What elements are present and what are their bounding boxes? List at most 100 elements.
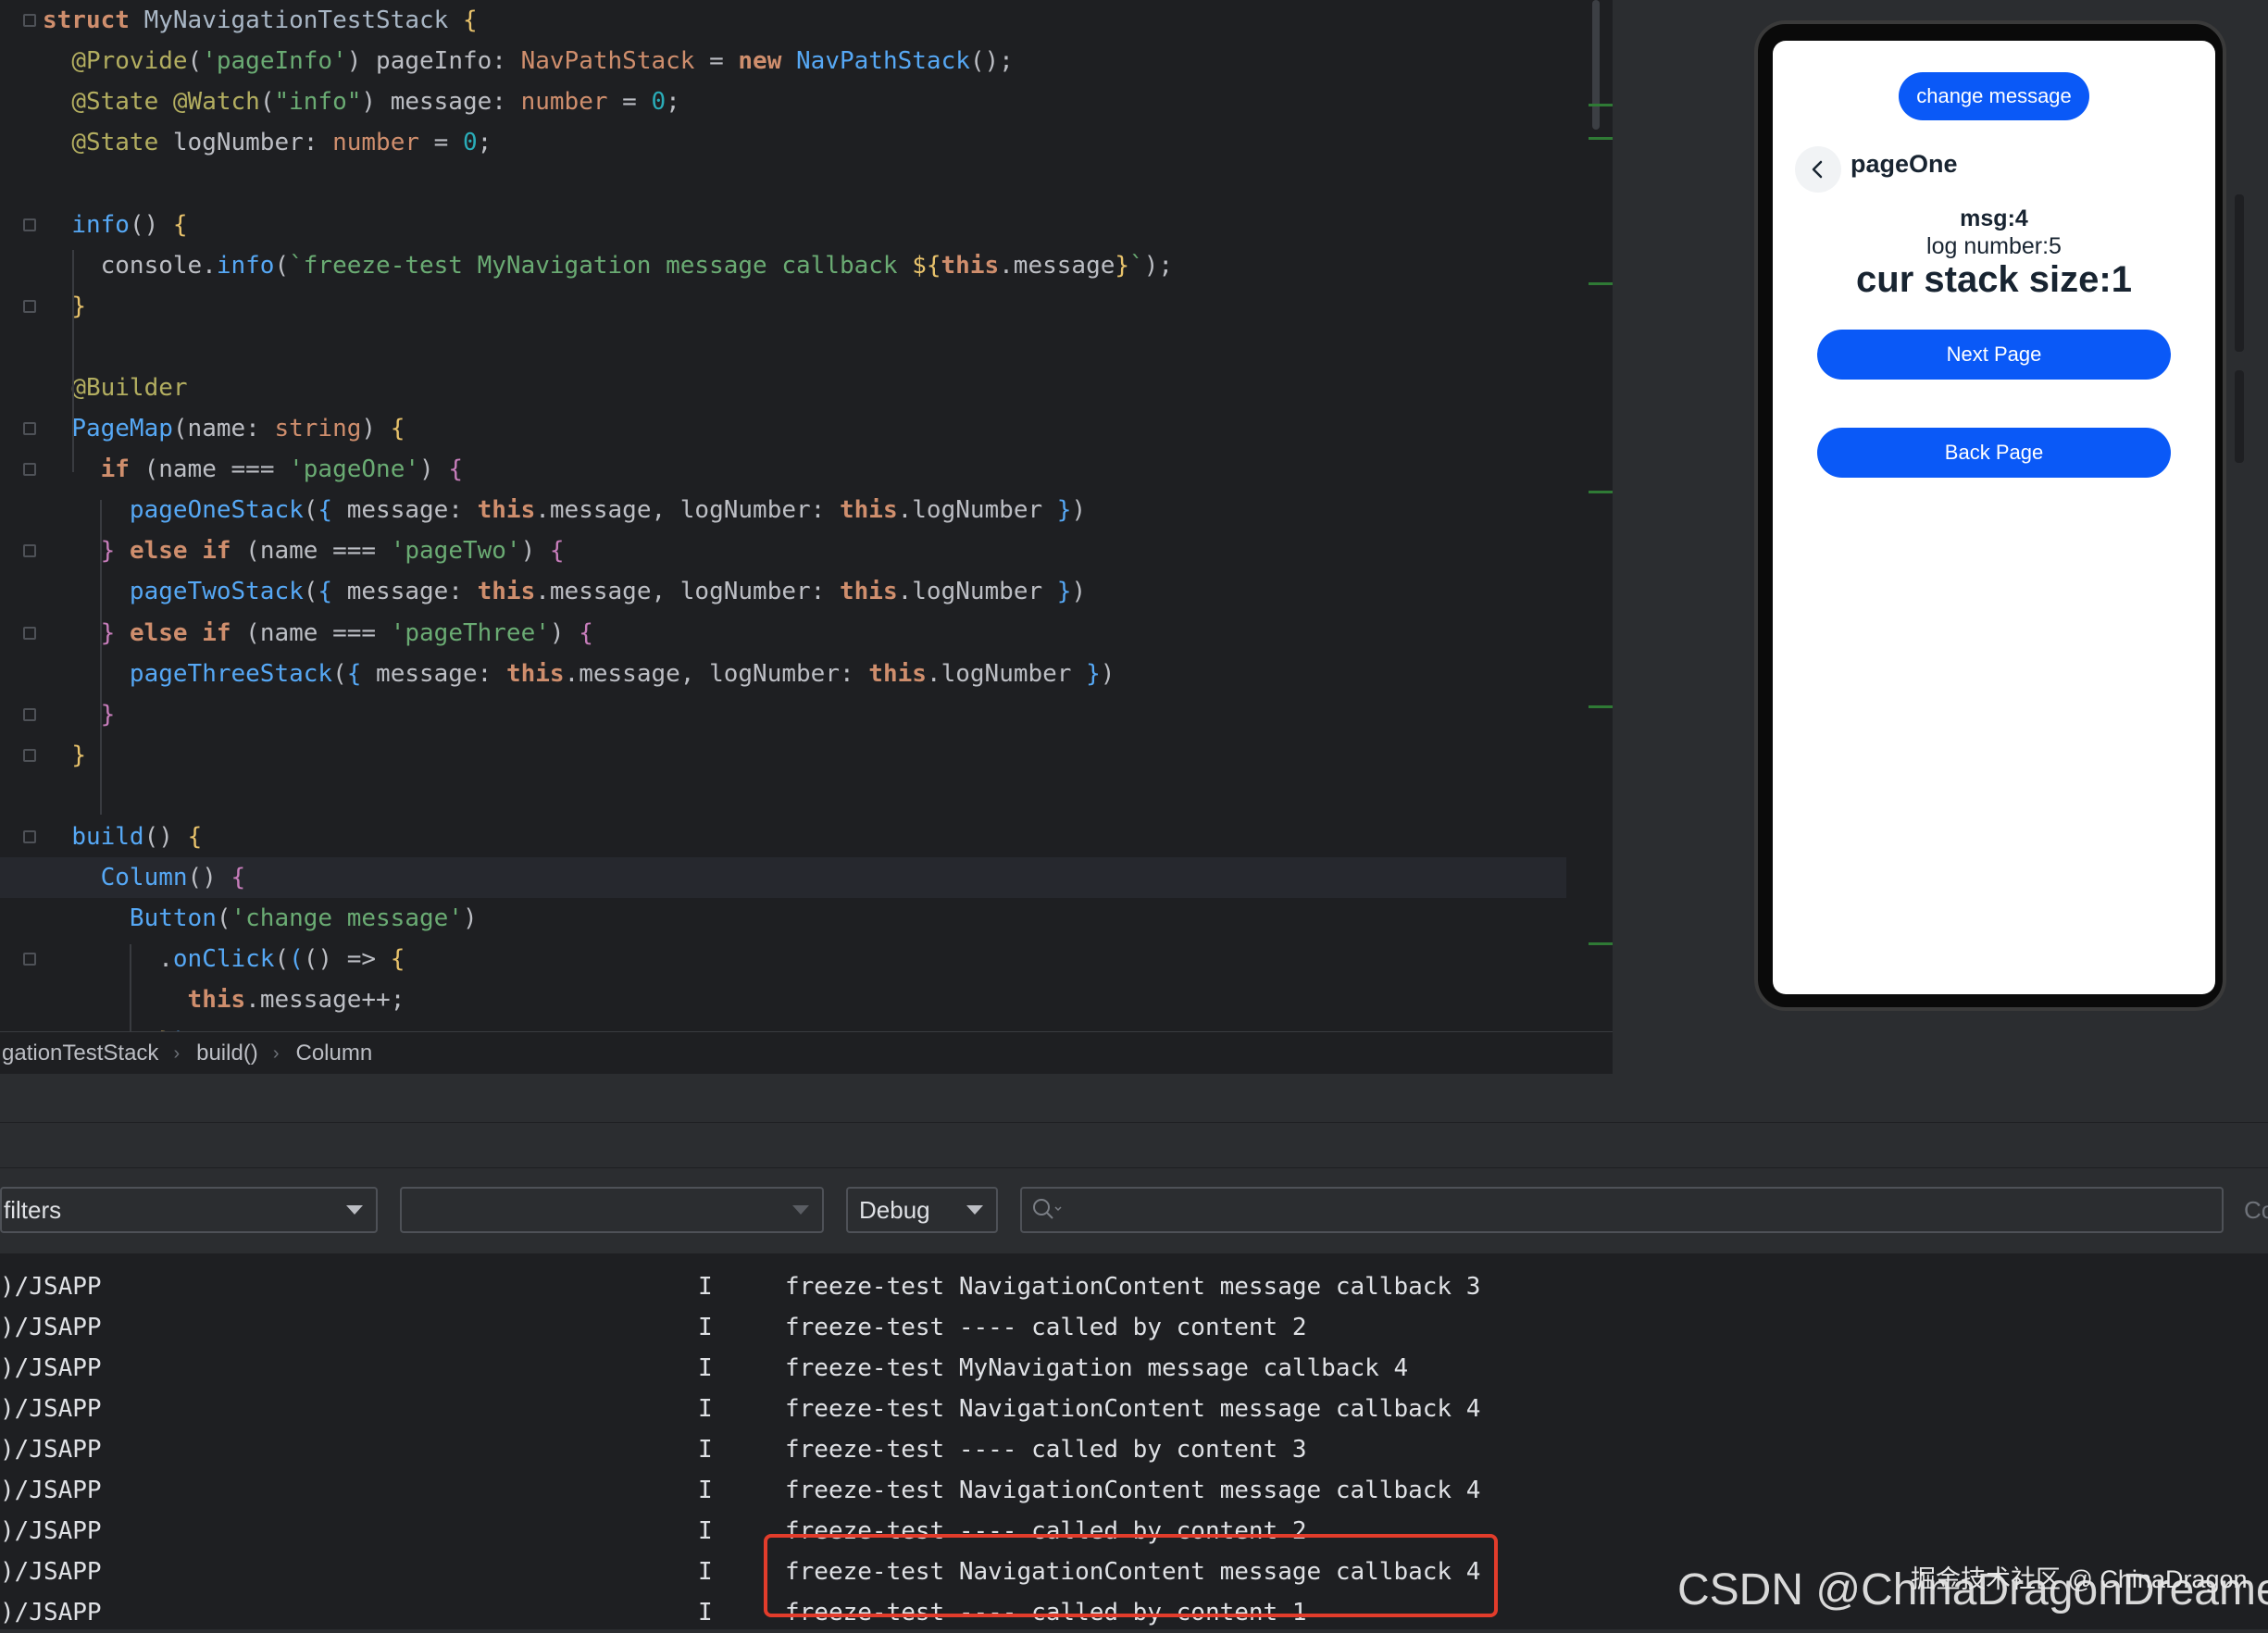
log-level: I (698, 1558, 713, 1586)
log-tag: )/JSAPP (0, 1517, 102, 1545)
fold-marker-icon[interactable] (23, 626, 36, 640)
log-level: I (698, 1477, 713, 1504)
log-level: I (698, 1599, 713, 1627)
code-line[interactable]: @State @Watch("info") message: number = … (43, 81, 679, 122)
code-line[interactable]: } else if (name === 'pageThree') { (43, 613, 593, 654)
code-line[interactable]: pageThreeStack({ message: this.message, … (43, 654, 1115, 694)
fold-marker-icon[interactable] (23, 299, 36, 313)
code-line[interactable]: struct MyNavigationTestStack { (43, 0, 478, 41)
log-message: freeze-test NavigationContent message ca… (785, 1477, 1481, 1504)
code-line[interactable]: } (43, 286, 86, 327)
code-line[interactable]: @Provide('pageInfo') pageInfo: NavPathSt… (43, 41, 1014, 81)
vcs-change-marker (1589, 705, 1613, 708)
code-line[interactable]: } (43, 694, 116, 735)
previewer-panel: change message pageOne msg:4 log number:… (1613, 0, 2268, 1074)
stack-size-text: cur stack size:1 (1856, 259, 2132, 300)
panel-toolbar (0, 1123, 2268, 1168)
filter-select[interactable]: filters (0, 1187, 378, 1233)
log-level: I (698, 1354, 713, 1382)
log-tag: )/JSAPP (0, 1436, 102, 1464)
code-editor[interactable]: struct MyNavigationTestStack { @Provide(… (0, 0, 1613, 1031)
log-row[interactable]: )/JSAPP Ifreeze-test ---- called by conte… (0, 1429, 2268, 1470)
editor-vertical-scrollbar[interactable] (1592, 0, 1600, 130)
log-level: I (698, 1517, 713, 1545)
chevron-down-icon (346, 1205, 363, 1215)
log-message: freeze-test ---- called by content 2 (785, 1314, 1307, 1341)
log-level: I (698, 1273, 713, 1301)
fold-marker-icon[interactable] (23, 748, 36, 762)
log-tag: )/JSAPP (0, 1558, 102, 1586)
chevron-down-icon (792, 1205, 809, 1215)
highlight-box (764, 1534, 1498, 1617)
code-line[interactable]: Button('change message') (43, 898, 478, 939)
fold-marker-icon[interactable] (23, 14, 36, 27)
code-line[interactable]: build() { (43, 816, 202, 857)
fold-marker-icon[interactable] (23, 544, 36, 558)
fold-marker-icon[interactable] (23, 218, 36, 231)
breadcrumb-struct[interactable]: gationTestStack (0, 1041, 158, 1066)
log-level: I (698, 1314, 713, 1341)
log-tag: )/JSAPP (0, 1599, 102, 1627)
msg-text: msg:4 (1960, 206, 2028, 231)
code-line[interactable]: }) (43, 1021, 187, 1032)
log-row[interactable]: )/JSAPP Ifreeze-test NavigationContent me… (0, 1389, 2268, 1429)
juejin-watermark: 掘金技术社区 @ ChinaDragon (1911, 1565, 2248, 1593)
code-line[interactable]: } else if (name === 'pageTwo') { (43, 530, 565, 571)
code-line[interactable]: this.message++; (43, 979, 405, 1020)
back-button[interactable] (1795, 146, 1841, 193)
log-search-input[interactable] (1020, 1187, 2224, 1233)
log-level-select[interactable]: Debug (846, 1187, 998, 1233)
code-line[interactable]: if (name === 'pageOne') { (43, 449, 463, 490)
device-screen: change message pageOne msg:4 log number:… (1773, 41, 2215, 994)
vcs-change-marker (1589, 282, 1613, 285)
back-page-button[interactable]: Back Page (1817, 428, 2171, 478)
code-line[interactable]: } (43, 735, 86, 776)
code-line[interactable]: PageMap(name: string) { (43, 408, 405, 449)
code-line[interactable]: @Builder (43, 368, 187, 408)
fold-marker-icon[interactable] (23, 830, 36, 843)
breadcrumb-build[interactable]: build() (194, 1041, 258, 1066)
indent-guide (100, 500, 102, 815)
fold-marker-icon[interactable] (23, 707, 36, 721)
fold-marker-icon[interactable] (23, 422, 36, 435)
code-line[interactable]: @State logNumber: number = 0; (43, 122, 492, 163)
code-line[interactable]: Column() { (0, 857, 1566, 899)
code-line[interactable]: info() { (43, 205, 187, 245)
log-level: I (698, 1395, 713, 1423)
breadcrumb-separator-icon: › (272, 1042, 280, 1064)
filter-select-value: filters (4, 1195, 62, 1224)
log-row[interactable]: )/JSAPP Ifreeze-test MyNavigation message… (0, 1348, 2268, 1389)
code-line[interactable]: .onClick((() => { (43, 939, 405, 979)
code-line[interactable]: pageTwoStack({ message: this.message, lo… (43, 571, 1086, 612)
log-row[interactable]: )/JSAPP Ifreeze-test ---- called by conte… (0, 1307, 2268, 1348)
log-tag: )/JSAPP (0, 1395, 102, 1423)
log-level-value: Debug (859, 1195, 930, 1224)
breadcrumb-column[interactable]: Column (293, 1041, 372, 1066)
side-handle[interactable] (2235, 370, 2244, 463)
fold-marker-icon[interactable] (23, 953, 36, 966)
breadcrumb: gationTestStack › build() › Column (0, 1031, 1613, 1075)
indent-guide (130, 944, 131, 1031)
search-icon (1033, 1199, 1062, 1219)
change-message-button[interactable]: change message (1899, 72, 2089, 120)
side-handle[interactable] (2235, 194, 2244, 352)
log-level: I (698, 1436, 713, 1464)
next-page-button[interactable]: Next Page (1817, 330, 2171, 380)
vcs-change-marker (1589, 137, 1613, 140)
log-message: freeze-test NavigationContent message ca… (785, 1273, 1481, 1301)
code-line[interactable]: pageOneStack({ message: this.message, lo… (43, 490, 1086, 530)
page-title: pageOne (1851, 150, 1958, 178)
code-line[interactable]: console.info(`freeze-test MyNavigation m… (43, 245, 1173, 286)
log-tag: )/JSAPP (0, 1354, 102, 1382)
log-message: freeze-test ---- called by content 3 (785, 1436, 1307, 1464)
clear-button-partial[interactable]: Co (2244, 1196, 2268, 1225)
fold-marker-icon[interactable] (23, 463, 36, 477)
log-tag: )/JSAPP (0, 1273, 102, 1301)
process-select[interactable] (400, 1187, 824, 1233)
vcs-change-marker (1589, 491, 1613, 493)
log-row[interactable]: )/JSAPP Ifreeze-test NavigationContent me… (0, 1470, 2268, 1511)
log-row[interactable]: )/JSAPP Ifreeze-test NavigationContent me… (0, 1266, 2268, 1307)
vcs-change-marker (1589, 104, 1613, 106)
log-filter-bar: filters Debug Co (0, 1168, 2268, 1253)
device-frame: change message pageOne msg:4 log number:… (1754, 20, 2226, 1011)
